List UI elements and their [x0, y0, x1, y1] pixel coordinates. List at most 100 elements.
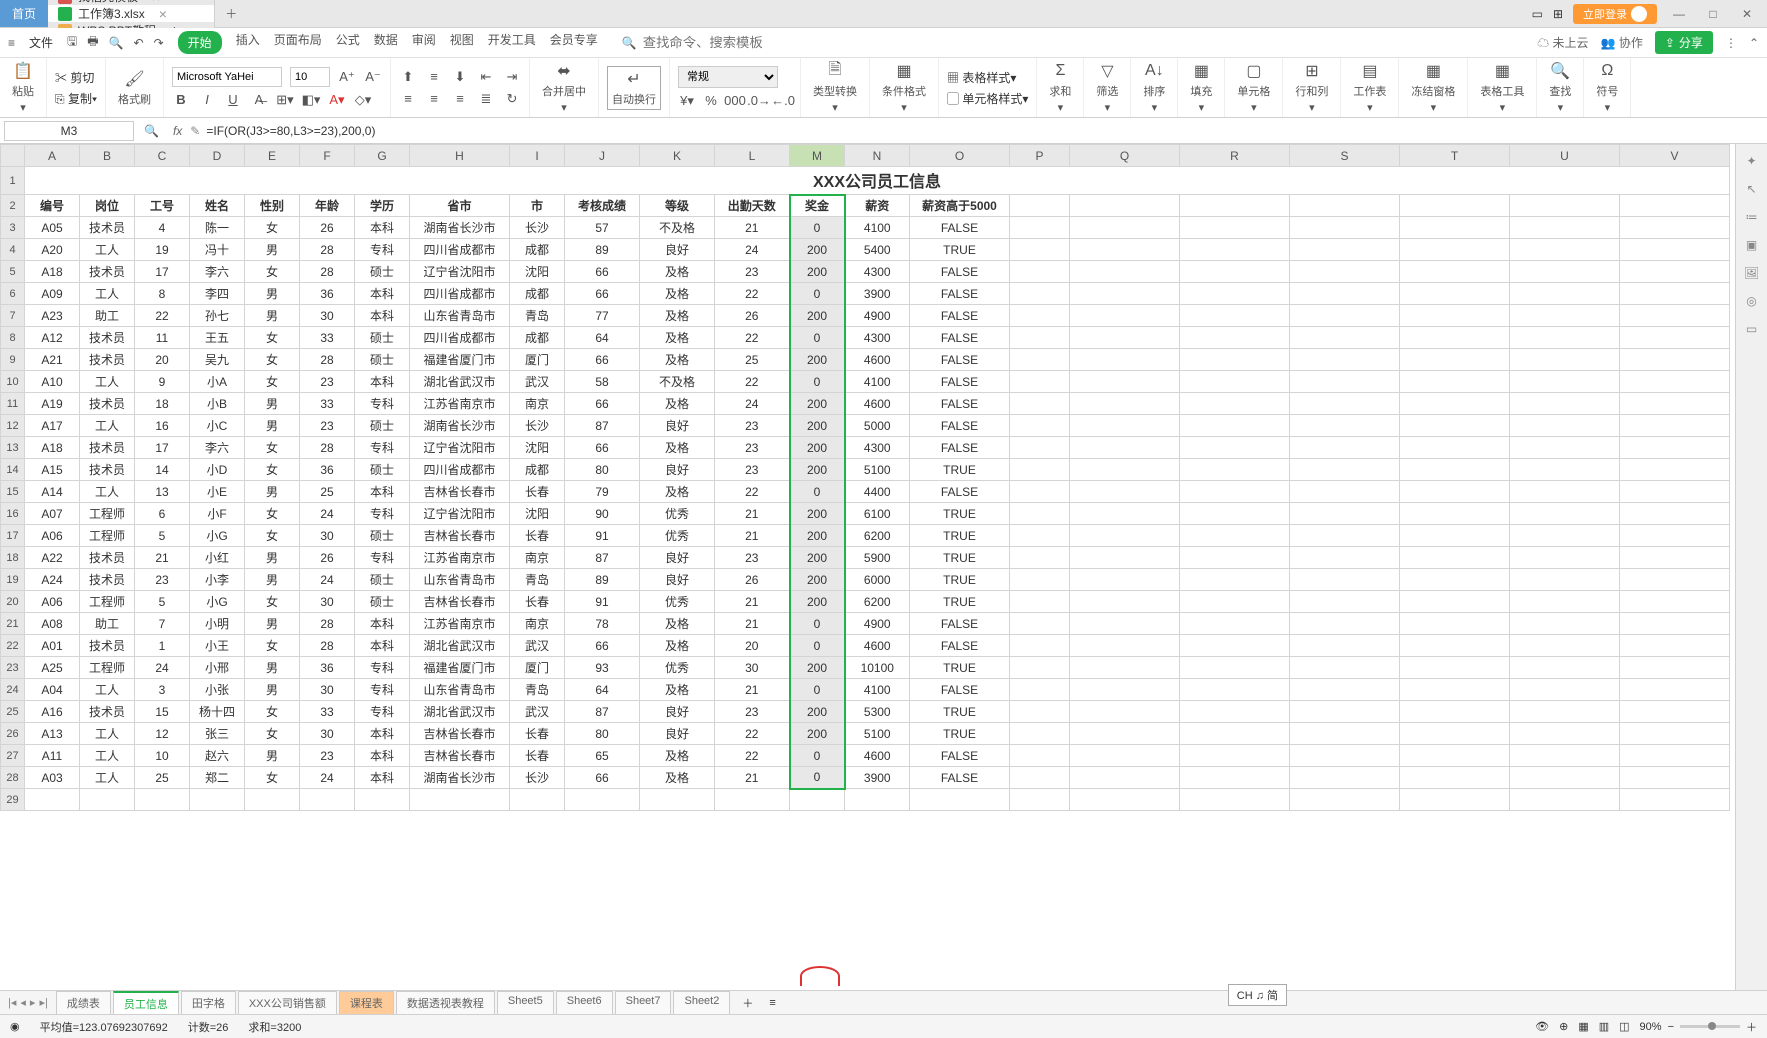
cell[interactable]: A15 [25, 459, 80, 481]
preview-icon[interactable]: 🔍 [109, 36, 124, 50]
cell[interactable] [1070, 261, 1180, 283]
column-header[interactable]: M [790, 145, 845, 167]
cell[interactable]: 专科 [355, 657, 410, 679]
cell[interactable]: 4400 [845, 481, 910, 503]
cell[interactable]: 24 [135, 657, 190, 679]
sheet-tab[interactable]: Sheet6 [556, 991, 613, 1015]
cell[interactable]: 湖北省武汉市 [410, 635, 510, 657]
cell[interactable]: 17 [135, 437, 190, 459]
cell[interactable]: 长春 [510, 591, 565, 613]
cell[interactable]: 山东省青岛市 [410, 569, 510, 591]
cell[interactable] [1010, 349, 1070, 371]
more-icon[interactable]: ⋮ [1725, 36, 1737, 50]
cell[interactable] [1620, 569, 1730, 591]
cell[interactable]: 200 [790, 591, 845, 613]
cell[interactable]: 26 [300, 547, 355, 569]
cell[interactable]: 小C [190, 415, 245, 437]
cell[interactable]: 4100 [845, 371, 910, 393]
cell[interactable]: 21 [715, 679, 790, 701]
cell[interactable]: 郑二 [190, 767, 245, 789]
row-header[interactable]: 12 [1, 415, 25, 437]
cell[interactable] [1070, 789, 1180, 811]
cell[interactable]: 5300 [845, 701, 910, 723]
row-header[interactable]: 16 [1, 503, 25, 525]
cell[interactable] [1290, 679, 1400, 701]
cell[interactable]: 小G [190, 591, 245, 613]
cell[interactable]: 工人 [80, 767, 135, 789]
cell[interactable]: 20 [135, 349, 190, 371]
minimize-button[interactable]: — [1667, 7, 1691, 21]
cell[interactable]: 28 [300, 437, 355, 459]
cell[interactable]: 良好 [640, 723, 715, 745]
cell[interactable]: TRUE [910, 591, 1010, 613]
cell[interactable]: 24 [715, 239, 790, 261]
cell[interactable]: A13 [25, 723, 80, 745]
cell[interactable] [1620, 217, 1730, 239]
cell[interactable] [1070, 305, 1180, 327]
cell[interactable] [1010, 437, 1070, 459]
cell[interactable]: 山东省青岛市 [410, 305, 510, 327]
table-header-cell[interactable]: 学历 [355, 195, 410, 217]
cell[interactable] [910, 789, 1010, 811]
cell[interactable]: 4600 [845, 745, 910, 767]
cell[interactable]: 4900 [845, 613, 910, 635]
cell[interactable]: 30 [715, 657, 790, 679]
cell[interactable] [300, 789, 355, 811]
cell[interactable]: 23 [300, 415, 355, 437]
cell[interactable] [1400, 657, 1510, 679]
file-menu[interactable]: 文件 [29, 34, 53, 51]
cell[interactable]: 辽宁省沈阳市 [410, 261, 510, 283]
cell[interactable]: FALSE [910, 437, 1010, 459]
cut-button[interactable]: ✂ 剪切 [55, 69, 94, 86]
cell[interactable] [1010, 613, 1070, 635]
cell[interactable]: 本科 [355, 723, 410, 745]
fill-button[interactable]: ▦填充▾ [1186, 61, 1216, 114]
cell[interactable]: 200 [790, 701, 845, 723]
cell[interactable]: 孙七 [190, 305, 245, 327]
cell[interactable]: FALSE [910, 415, 1010, 437]
cell[interactable]: FALSE [910, 327, 1010, 349]
cell[interactable]: 及格 [640, 305, 715, 327]
table-header-cell[interactable]: 市 [510, 195, 565, 217]
cell[interactable]: A25 [25, 657, 80, 679]
cell[interactable] [1400, 261, 1510, 283]
cell[interactable] [1620, 591, 1730, 613]
cell[interactable] [1620, 261, 1730, 283]
cell[interactable]: 吴九 [190, 349, 245, 371]
redo-icon[interactable]: ↷ [154, 36, 164, 50]
cell[interactable]: 专科 [355, 393, 410, 415]
cell[interactable]: 男 [245, 613, 300, 635]
cell[interactable] [1290, 569, 1400, 591]
cell[interactable] [1290, 283, 1400, 305]
cell[interactable]: 33 [300, 701, 355, 723]
cell[interactable]: A22 [25, 547, 80, 569]
share-button[interactable]: ⇪ 分享 [1655, 31, 1713, 54]
cell[interactable]: 工人 [80, 745, 135, 767]
cell[interactable]: 26 [715, 305, 790, 327]
cell[interactable] [1290, 613, 1400, 635]
cell[interactable]: 200 [790, 459, 845, 481]
cell[interactable]: 22 [715, 723, 790, 745]
cell[interactable] [1620, 415, 1730, 437]
cell[interactable]: A03 [25, 767, 80, 789]
cell[interactable]: 30 [300, 305, 355, 327]
cell[interactable]: 0 [790, 745, 845, 767]
cell[interactable] [1070, 195, 1180, 217]
collapse-ribbon-icon[interactable]: ⌃ [1749, 36, 1759, 50]
cell[interactable]: 66 [565, 393, 640, 415]
cell[interactable] [1290, 745, 1400, 767]
cell[interactable]: 21 [135, 547, 190, 569]
table-header-cell[interactable]: 性别 [245, 195, 300, 217]
cell[interactable]: 工人 [80, 723, 135, 745]
cell[interactable]: 女 [245, 437, 300, 459]
cell[interactable]: 4300 [845, 437, 910, 459]
cell[interactable] [1180, 503, 1290, 525]
cell[interactable] [1070, 393, 1180, 415]
cell[interactable]: 4600 [845, 393, 910, 415]
row-header[interactable]: 14 [1, 459, 25, 481]
cell[interactable]: 男 [245, 393, 300, 415]
cell[interactable] [1620, 635, 1730, 657]
cell[interactable]: 良好 [640, 239, 715, 261]
cell[interactable] [1070, 745, 1180, 767]
row-header[interactable]: 2 [1, 195, 25, 217]
